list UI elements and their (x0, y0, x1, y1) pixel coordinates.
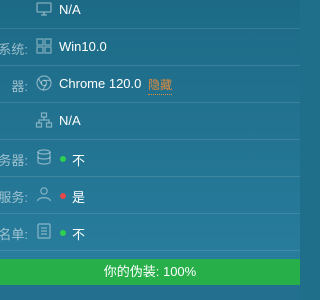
status-dot-red (60, 193, 66, 199)
row-value: Chrome 120.0 (59, 76, 142, 91)
hide-link[interactable]: 隐藏 (148, 76, 173, 95)
row-value: 是 (72, 190, 86, 205)
row-value: 不 (72, 153, 86, 168)
row-value: N/A (59, 2, 81, 17)
bottom-strip (0, 285, 300, 300)
info-row-browser: 器: Chrome 120.0 隐藏 (0, 66, 300, 103)
disguise-status-bar: 你的伪装: 100% (0, 259, 300, 285)
row-value: 不 (72, 227, 86, 242)
info-row-list: 名单: 不 (0, 214, 300, 251)
info-row-display: N/A (0, 0, 300, 29)
info-row-network: N/A (0, 103, 300, 140)
row-value: N/A (59, 113, 81, 128)
user-icon (35, 185, 53, 203)
database-icon (35, 148, 53, 166)
status-dot-green (60, 230, 66, 236)
windows-icon (35, 37, 53, 55)
monitor-icon (35, 0, 53, 18)
status-dot-green (60, 156, 66, 162)
row-label: 器: (11, 79, 28, 94)
row-label: 服务: (0, 190, 28, 205)
network-icon (35, 111, 53, 129)
row-label: 系统: (0, 42, 28, 57)
ip-info-panel: N/A 系统: Win10.0 器: Chrome 120.0 隐藏 N/A 服… (0, 0, 300, 300)
row-label: 名单: (0, 227, 28, 242)
info-row-service: 服务: 是 (0, 177, 300, 214)
list-icon (35, 222, 53, 240)
chrome-icon (35, 74, 53, 92)
row-value: Win10.0 (59, 39, 107, 54)
info-row-os: 系统: Win10.0 (0, 29, 300, 66)
info-row-server: 服务器: 不 (0, 140, 300, 177)
row-label: 服务器: (0, 153, 28, 168)
